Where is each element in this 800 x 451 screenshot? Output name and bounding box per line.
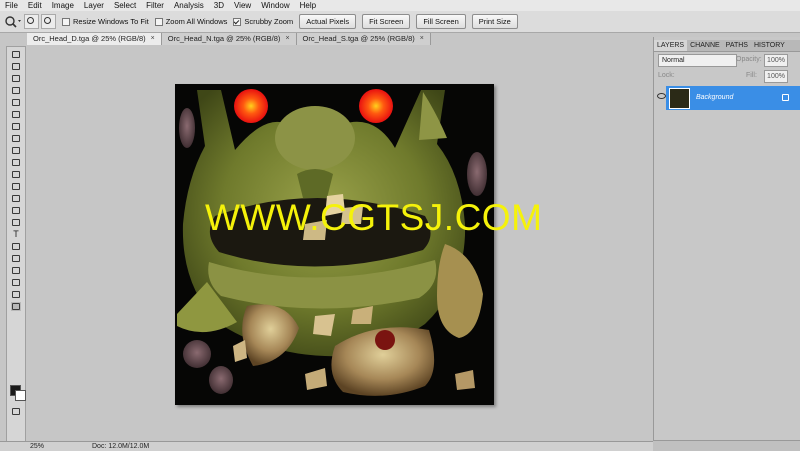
tab-orc-head-d[interactable]: Orc_Head_D.tga @ 25% (RGB/8) × xyxy=(27,33,162,45)
healing-brush-tool-icon[interactable] xyxy=(11,122,21,131)
pen-tool-icon[interactable] xyxy=(11,218,21,227)
visibility-eye-icon[interactable] xyxy=(657,93,666,99)
quick-mask-icon[interactable] xyxy=(11,407,21,416)
zoom-in-icon[interactable] xyxy=(24,14,39,29)
resize-windows-checkbox[interactable]: Resize Windows To Fit xyxy=(62,17,149,26)
menu-3d[interactable]: 3D xyxy=(209,0,229,11)
menu-analysis[interactable]: Analysis xyxy=(169,0,209,11)
layer-background[interactable]: Background xyxy=(666,86,800,110)
fit-screen-button[interactable]: Fit Screen xyxy=(362,14,411,29)
hand-tool-icon[interactable] xyxy=(11,290,21,299)
fill-label: Fill: xyxy=(746,72,757,79)
quick-select-tool-icon[interactable] xyxy=(11,86,21,95)
gradient-tool-icon[interactable] xyxy=(11,182,21,191)
document-canvas[interactable] xyxy=(175,84,494,405)
scrubby-zoom-checkbox[interactable]: Scrubby Zoom xyxy=(233,17,293,26)
eraser-tool-icon[interactable] xyxy=(11,170,21,179)
lasso-tool-icon[interactable] xyxy=(11,74,21,83)
checkbox-icon xyxy=(154,17,163,26)
3d-rotate-tool-icon[interactable] xyxy=(11,266,21,275)
actual-pixels-button[interactable]: Actual Pixels xyxy=(299,14,357,29)
tab-layers[interactable]: LAYERS xyxy=(654,40,688,51)
background-color-swatch[interactable] xyxy=(15,390,26,401)
zoom-tool-icon[interactable] xyxy=(11,302,21,311)
menu-view[interactable]: View xyxy=(229,0,256,11)
zoom-out-icon[interactable] xyxy=(41,14,56,29)
path-selection-tool-icon[interactable] xyxy=(11,242,21,251)
orc-head-texture xyxy=(177,89,487,396)
menu-edit[interactable]: Edit xyxy=(23,0,47,11)
lock-icon xyxy=(782,94,789,101)
tab-orc-head-s[interactable]: Orc_Head_S.tga @ 25% (RGB/8) × xyxy=(296,33,431,45)
clone-stamp-tool-icon[interactable] xyxy=(11,146,21,155)
menu-bar: File Edit Image Layer Select Filter Anal… xyxy=(0,0,800,11)
menu-select[interactable]: Select xyxy=(109,0,141,11)
shape-tool-icon[interactable] xyxy=(11,254,21,263)
document-tabs: Orc_Head_D.tga @ 25% (RGB/8) × Orc_Head_N… xyxy=(27,33,431,45)
3d-orbit-tool-icon[interactable] xyxy=(11,278,21,287)
tools-panel: T xyxy=(6,46,26,443)
blend-mode-select[interactable]: Normal xyxy=(658,54,737,67)
type-tool-icon[interactable]: T xyxy=(11,230,21,239)
fill-screen-button[interactable]: Fill Screen xyxy=(416,14,466,29)
tab-channels[interactable]: CHANNE xyxy=(687,40,723,51)
zoom-all-windows-checkbox[interactable]: Zoom All Windows xyxy=(154,17,227,26)
menu-help[interactable]: Help xyxy=(295,0,321,11)
crop-tool-icon[interactable] xyxy=(11,98,21,107)
opacity-label: Opacity: xyxy=(736,56,762,63)
dodge-tool-icon[interactable] xyxy=(11,206,21,215)
marquee-tool-icon[interactable] xyxy=(11,62,21,71)
menu-file[interactable]: File xyxy=(0,0,23,11)
blur-tool-icon[interactable] xyxy=(11,194,21,203)
move-tool-icon[interactable] xyxy=(11,50,21,59)
eyedropper-tool-icon[interactable] xyxy=(11,110,21,119)
options-bar: Resize Windows To Fit Zoom All Windows S… xyxy=(0,11,800,33)
menu-layer[interactable]: Layer xyxy=(79,0,109,11)
tab-paths[interactable]: PATHS xyxy=(723,40,751,51)
menu-window[interactable]: Window xyxy=(256,0,294,11)
panel-footer xyxy=(653,440,800,451)
layer-thumbnail xyxy=(669,88,690,109)
layers-panel: LAYERS CHANNE PATHS HISTORY Normal Opaci… xyxy=(653,37,800,450)
close-icon[interactable]: × xyxy=(285,33,289,45)
brush-tool-icon[interactable] xyxy=(11,134,21,143)
lock-label: Lock: xyxy=(658,72,675,79)
zoom-tool-preset[interactable] xyxy=(4,15,22,29)
close-icon[interactable]: × xyxy=(151,33,155,45)
watermark-text: WWW.CGTSJ.COM xyxy=(205,197,543,238)
print-size-button[interactable]: Print Size xyxy=(471,14,518,29)
tab-orc-head-n[interactable]: Orc_Head_N.tga @ 25% (RGB/8) × xyxy=(161,33,297,45)
menu-filter[interactable]: Filter xyxy=(141,0,169,11)
tab-history[interactable]: HISTORY xyxy=(751,40,788,51)
opacity-input[interactable]: 100% xyxy=(764,54,788,67)
history-brush-tool-icon[interactable] xyxy=(11,158,21,167)
checkbox-icon xyxy=(62,17,70,26)
checkbox-checked-icon xyxy=(233,17,242,26)
close-icon[interactable]: × xyxy=(420,33,424,45)
fill-input[interactable]: 100% xyxy=(764,70,788,83)
zoom-tool-icon xyxy=(5,15,21,28)
panel-tabs: LAYERS CHANNE PATHS HISTORY xyxy=(654,40,800,52)
menu-image[interactable]: Image xyxy=(47,0,79,11)
